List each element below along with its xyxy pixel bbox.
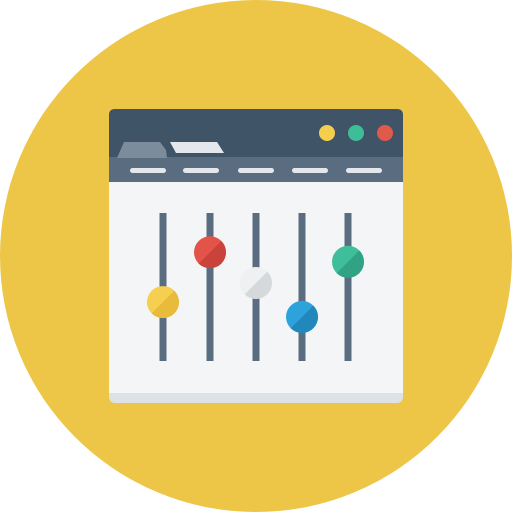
close-dot (377, 125, 393, 141)
browser-equalizer-icon (0, 0, 512, 512)
slider-4-track (298, 213, 306, 361)
minimize-dot (319, 125, 335, 141)
menu-dash-4 (292, 168, 328, 173)
slider-3-knob[interactable] (240, 267, 272, 299)
slider-5-knob[interactable] (332, 245, 364, 278)
slider-2-track (206, 213, 214, 361)
inactive-tab (170, 142, 224, 153)
slider-1-knob[interactable] (147, 286, 179, 319)
menu-dash-1 (130, 168, 166, 173)
menu-dash-3 (238, 168, 274, 173)
active-tab (117, 142, 167, 158)
icon-svg (0, 0, 512, 512)
menu-dash-5 (346, 168, 382, 173)
slider-5-track (344, 213, 352, 361)
slider-4-knob[interactable] (286, 300, 318, 333)
maximize-dot (348, 125, 364, 141)
slider-2-knob[interactable] (194, 236, 226, 269)
menu-dash-2 (183, 168, 219, 173)
